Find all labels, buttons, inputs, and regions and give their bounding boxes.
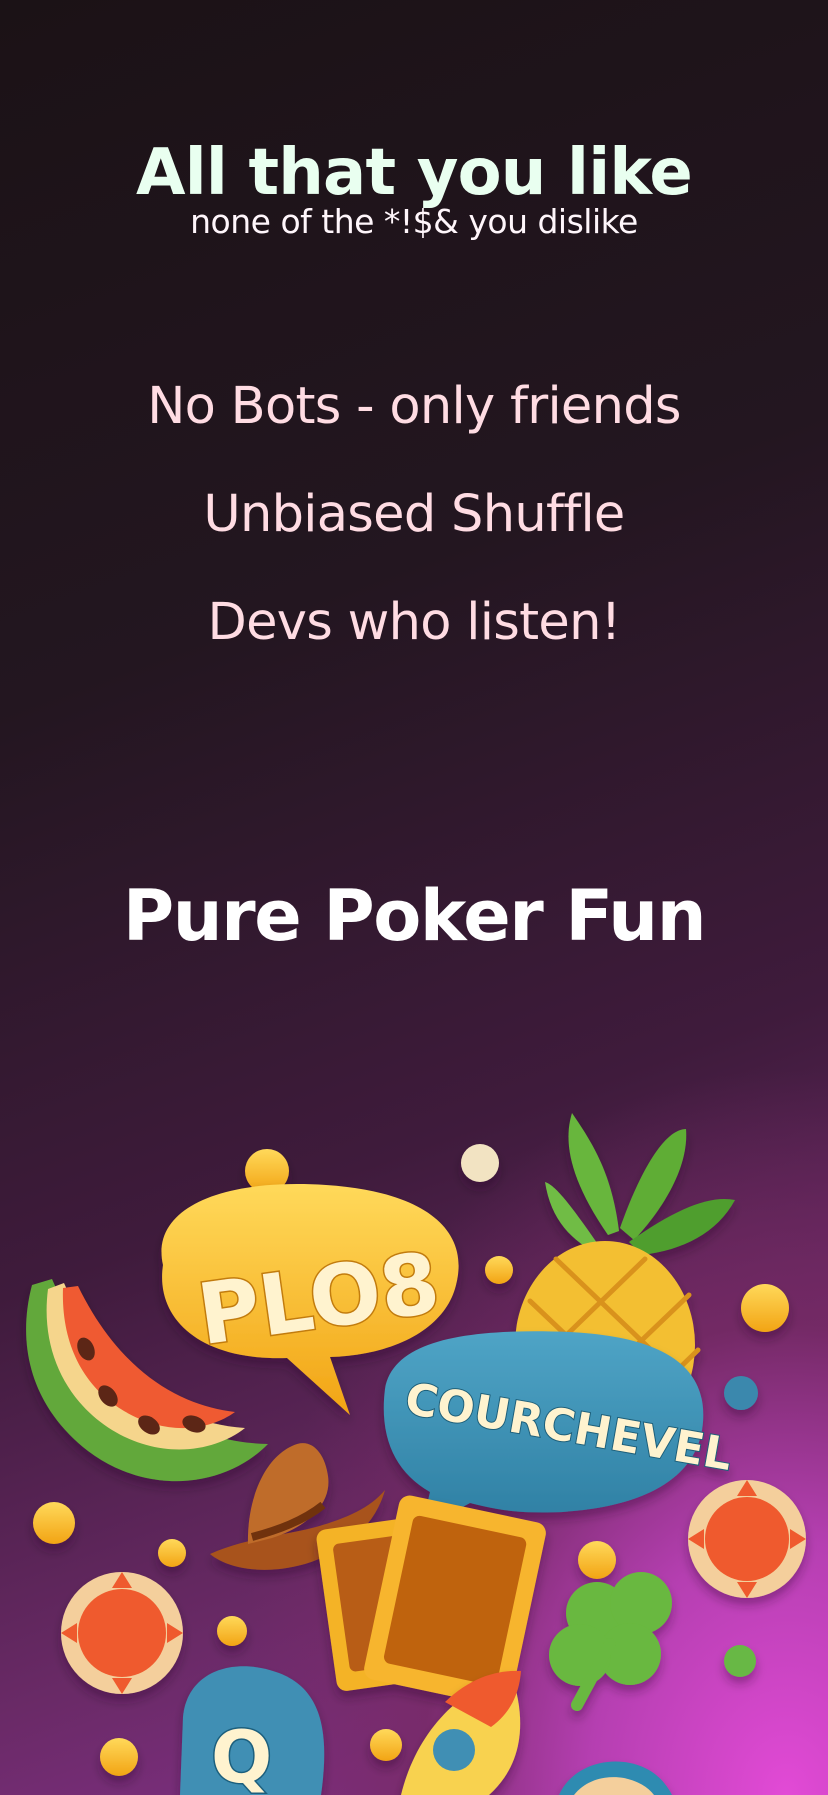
gold-ball	[33, 1502, 75, 1544]
gold-ball	[100, 1738, 138, 1776]
gold-ball	[158, 1539, 186, 1567]
feature-item-devs-who-listen: Devs who listen!	[207, 593, 622, 652]
clover-icon	[549, 1572, 672, 1711]
feature-item-no-bots: No Bots - only friends	[147, 377, 681, 436]
rocket-icon	[401, 1670, 521, 1795]
marketing-screen: All that you like none of the *!$& you d…	[0, 0, 828, 1795]
gold-ball	[578, 1541, 616, 1579]
poker-chip-icon	[61, 1572, 183, 1694]
headline: All that you like	[136, 135, 693, 210]
gold-ball	[370, 1729, 402, 1761]
cream-ball	[461, 1144, 499, 1182]
subheadline: none of the *!$& you dislike	[190, 202, 638, 241]
q-badge-label: Q	[211, 1715, 272, 1795]
feature-list: No Bots - only friends Unbiased Shuffle …	[0, 381, 828, 705]
feature-item-unbiased-shuffle: Unbiased Shuffle	[203, 485, 625, 544]
green-ball	[724, 1645, 756, 1677]
blue-ball	[724, 1376, 758, 1410]
poker-chip-icon	[688, 1480, 806, 1598]
gold-ball	[217, 1616, 247, 1646]
tagline: Pure Poker Fun	[122, 875, 707, 958]
gold-ball	[485, 1256, 513, 1284]
gold-ball	[741, 1284, 789, 1332]
poker-illustration: PLO8 COURCHEVEL Q	[26, 1113, 806, 1795]
poker-chip-icon	[559, 1761, 672, 1795]
q-badge-icon: Q	[180, 1666, 325, 1795]
